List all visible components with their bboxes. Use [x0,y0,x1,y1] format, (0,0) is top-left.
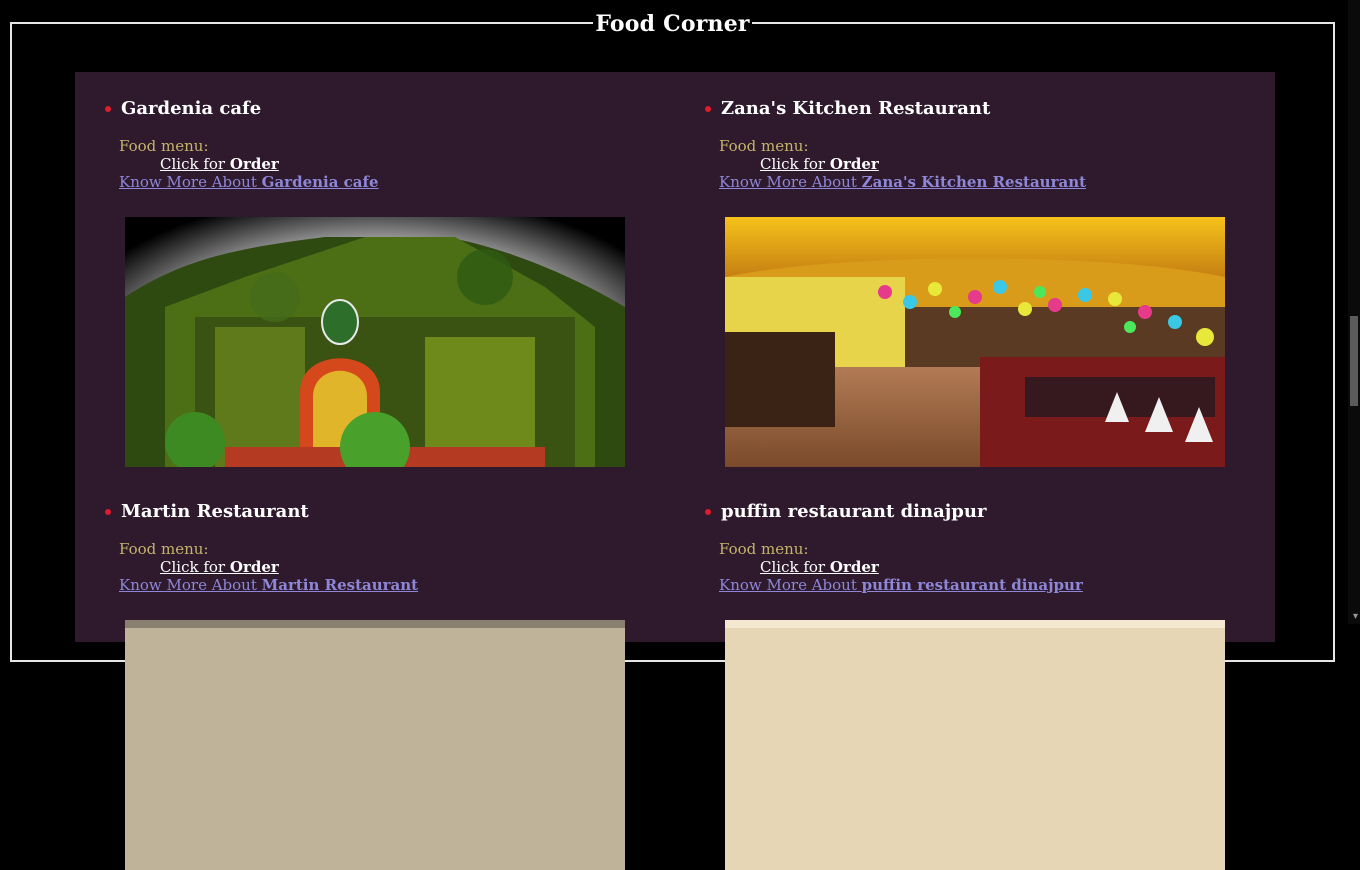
restaurant-title-row: Martin Restaurant [105,501,309,522]
know-more-link[interactable]: Know More About Zana's Kitchen Restauran… [719,173,1086,191]
know-more-prefix: Know More About [119,173,257,191]
restaurant-name: Martin Restaurant [121,501,309,522]
food-menu-label: Food menu: [719,137,809,155]
order-link-prefix: Click for [760,558,826,576]
order-link[interactable]: Click for Order [760,558,879,576]
bullet-icon [705,508,711,515]
know-more-name: Martin Restaurant [261,576,419,594]
food-menu-label: Food menu: [719,540,809,558]
restaurant-name: puffin restaurant dinajpur [721,501,987,522]
restaurant-panel: Gardenia cafe Food menu: Click for Order… [75,72,1275,870]
scroll-down-arrow-icon[interactable]: ▾ [1353,611,1358,622]
bullet-icon [105,508,111,515]
order-link-bold: Order [229,558,279,576]
order-link-prefix: Click for [160,155,226,173]
know-more-prefix: Know More About [119,576,257,594]
food-menu-label: Food menu: [119,540,209,558]
order-link-prefix: Click for [760,155,826,173]
scrollbar-thumb[interactable] [1350,316,1358,406]
food-corner-legend: Food Corner [12,11,1333,37]
restaurant-title-row: puffin restaurant dinajpur [705,501,986,522]
order-link[interactable]: Click for Order [760,155,879,173]
restaurant-photo [125,217,625,467]
bullet-icon [105,105,111,112]
restaurant-photo [725,217,1225,467]
order-link[interactable]: Click for Order [160,558,279,576]
know-more-link[interactable]: Know More About puffin restaurant dinajp… [719,576,1083,594]
know-more-prefix: Know More About [719,576,857,594]
restaurant-title-row: Zana's Kitchen Restaurant [705,98,990,119]
restaurant-title-row: Gardenia cafe [105,98,261,119]
restaurant-name: Gardenia cafe [121,98,262,119]
restaurant-photo [125,620,625,870]
know-more-link[interactable]: Know More About Gardenia cafe [119,173,379,191]
restaurant-photo [725,620,1225,870]
bullet-icon [705,105,711,112]
page-title: Food Corner [593,11,752,37]
know-more-link[interactable]: Know More About Martin Restaurant [119,576,418,594]
know-more-name: puffin restaurant dinajpur [861,576,1083,594]
know-more-name: Zana's Kitchen Restaurant [861,173,1087,191]
order-link-prefix: Click for [160,558,226,576]
order-link-bold: Order [829,558,879,576]
know-more-prefix: Know More About [719,173,857,191]
scrollbar[interactable]: ▾ [1348,0,1360,624]
restaurant-name: Zana's Kitchen Restaurant [721,98,991,119]
food-menu-label: Food menu: [119,137,209,155]
know-more-name: Gardenia cafe [261,173,379,191]
order-link[interactable]: Click for Order [160,155,279,173]
order-link-bold: Order [229,155,279,173]
order-link-bold: Order [829,155,879,173]
